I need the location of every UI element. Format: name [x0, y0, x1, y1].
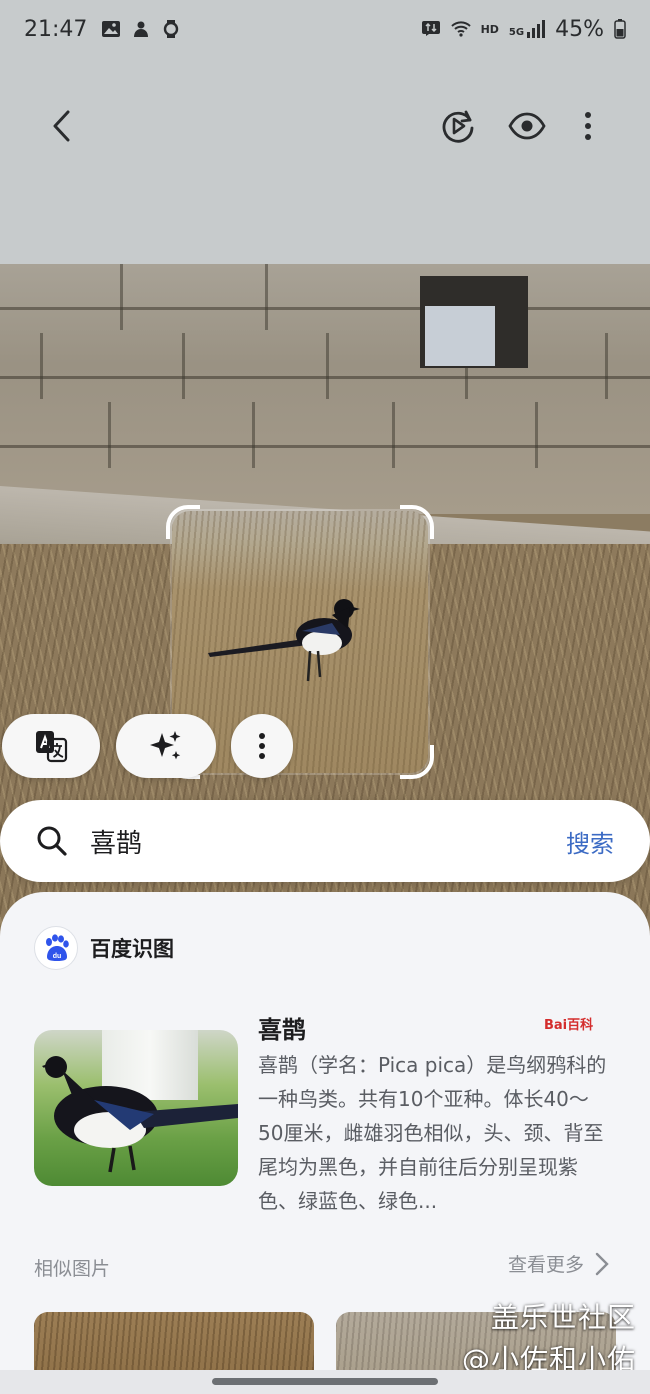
motion-photo-button[interactable] [422, 90, 494, 162]
svg-text:du: du [53, 953, 62, 960]
wifi-icon [450, 21, 471, 37]
translate-icon [36, 731, 68, 763]
baidu-paw-icon: du [46, 934, 69, 961]
baike-badge: Bai百科 [544, 1018, 594, 1033]
search-bar[interactable]: 喜鹊 搜索 [0, 800, 650, 882]
data-transfer-icon [421, 21, 440, 36]
home-gesture-handle[interactable] [212, 1378, 438, 1385]
more-vertical-icon [259, 733, 265, 759]
back-button[interactable] [26, 90, 98, 162]
status-bar: 21:47 HD 5G 45% [0, 0, 650, 58]
similar-images-label: 相似图片 [34, 1258, 111, 1280]
search-button[interactable]: 搜索 [566, 824, 614, 859]
search-input[interactable]: 喜鹊 [90, 823, 142, 860]
stone-wall [0, 264, 650, 514]
watermark-line1: 盖乐世社区 [490, 1301, 636, 1334]
frame-corner-top-left[interactable] [166, 505, 200, 539]
wall-opening-sky [425, 306, 495, 366]
status-time: 21:47 [24, 16, 88, 42]
baidu-logo-icon: du [34, 926, 78, 970]
magpie-thumbnail-image [42, 1056, 238, 1173]
gallery-icon [102, 21, 121, 37]
hd-label: HD [480, 22, 499, 36]
result-title[interactable]: 喜鹊 [258, 1010, 306, 1045]
eye-icon [508, 112, 546, 140]
frame-corner-bottom-right[interactable] [400, 745, 434, 779]
battery-percent: 45% [555, 16, 604, 42]
selection-more-button[interactable] [231, 714, 293, 778]
search-icon [37, 826, 67, 856]
app-icon [134, 21, 149, 37]
provider-name: 百度识图 [90, 937, 174, 961]
battery-icon [614, 19, 626, 39]
sparkle-icon [150, 731, 181, 760]
top-toolbar [0, 90, 650, 162]
provider-header: du 百度识图 [34, 926, 174, 970]
status-left-icons [101, 19, 181, 39]
baidu-baike-logo: Bai百科 [544, 1014, 593, 1033]
chevron-right-icon [595, 1252, 609, 1275]
frame-corner-top-right[interactable] [400, 505, 434, 539]
result-thumbnail[interactable] [34, 1030, 238, 1186]
more-vertical-icon [585, 112, 591, 140]
watch-icon [164, 20, 179, 38]
result-description[interactable]: 喜鹊（学名：Pica pica）是鸟纲鸦科的一种鸟类。共有10个亚种。体长40～… [258, 1048, 610, 1218]
motion-photo-icon [442, 110, 474, 143]
status-right-icons: HD 5G 45% [421, 17, 626, 42]
network-label: 5G [508, 27, 525, 38]
chevron-left-icon [53, 110, 70, 142]
more-options-button[interactable] [552, 90, 624, 162]
signal-icon: 5G [508, 20, 546, 38]
translate-button[interactable] [2, 714, 100, 778]
see-more-label: 查看更多 [507, 1254, 584, 1276]
ai-assist-button[interactable] [116, 714, 216, 778]
see-more-link[interactable]: 查看更多 [508, 1250, 610, 1277]
